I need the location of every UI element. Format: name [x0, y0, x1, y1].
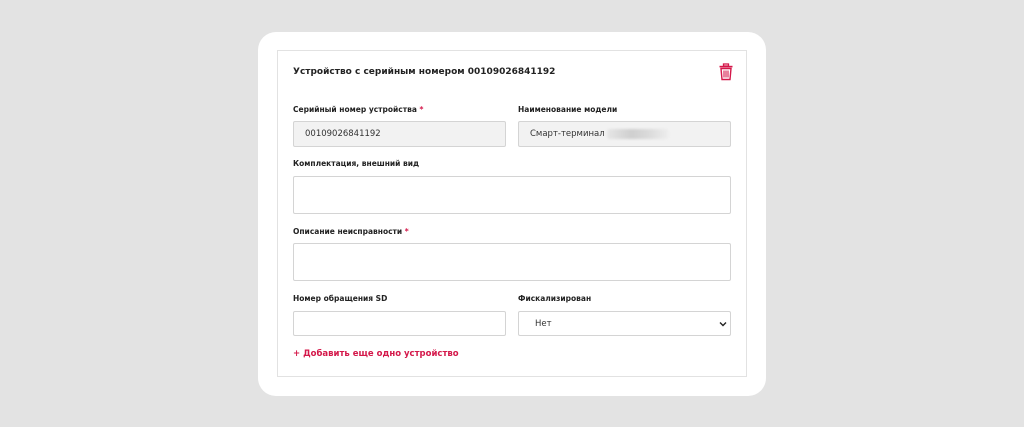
serial-field[interactable]: 00109026841192 [293, 121, 506, 147]
fiscal-label: Фискализирован [518, 294, 592, 303]
fault-input[interactable] [293, 243, 731, 281]
kit-label: Комплектация, внешний вид [293, 159, 420, 168]
required-mark: * [404, 227, 409, 236]
sd-number-input[interactable] [293, 311, 506, 336]
kit-input[interactable] [293, 176, 731, 214]
chevron-down-icon [719, 322, 727, 327]
add-device-link[interactable]: + Добавить еще одно устройство [293, 349, 459, 359]
device-section: Устройство с серийным номером 0010902684… [277, 50, 747, 377]
sd-number-label: Номер обращения SD [293, 294, 388, 303]
redacted-text [606, 129, 669, 139]
fiscal-select[interactable]: Нет [518, 311, 731, 336]
required-mark: * [419, 105, 424, 114]
fault-label: Описание неисправности * [293, 227, 409, 236]
delete-device-button[interactable] [718, 63, 734, 81]
form-card: Устройство с серийным номером 0010902684… [258, 32, 766, 396]
serial-label: Серийный номер устройства * [293, 105, 424, 114]
trash-icon [719, 63, 733, 81]
model-label: Наименование модели [518, 105, 618, 114]
device-title: Устройство с серийным номером 0010902684… [293, 67, 556, 77]
model-field[interactable]: Смарт-терминал [518, 121, 731, 147]
